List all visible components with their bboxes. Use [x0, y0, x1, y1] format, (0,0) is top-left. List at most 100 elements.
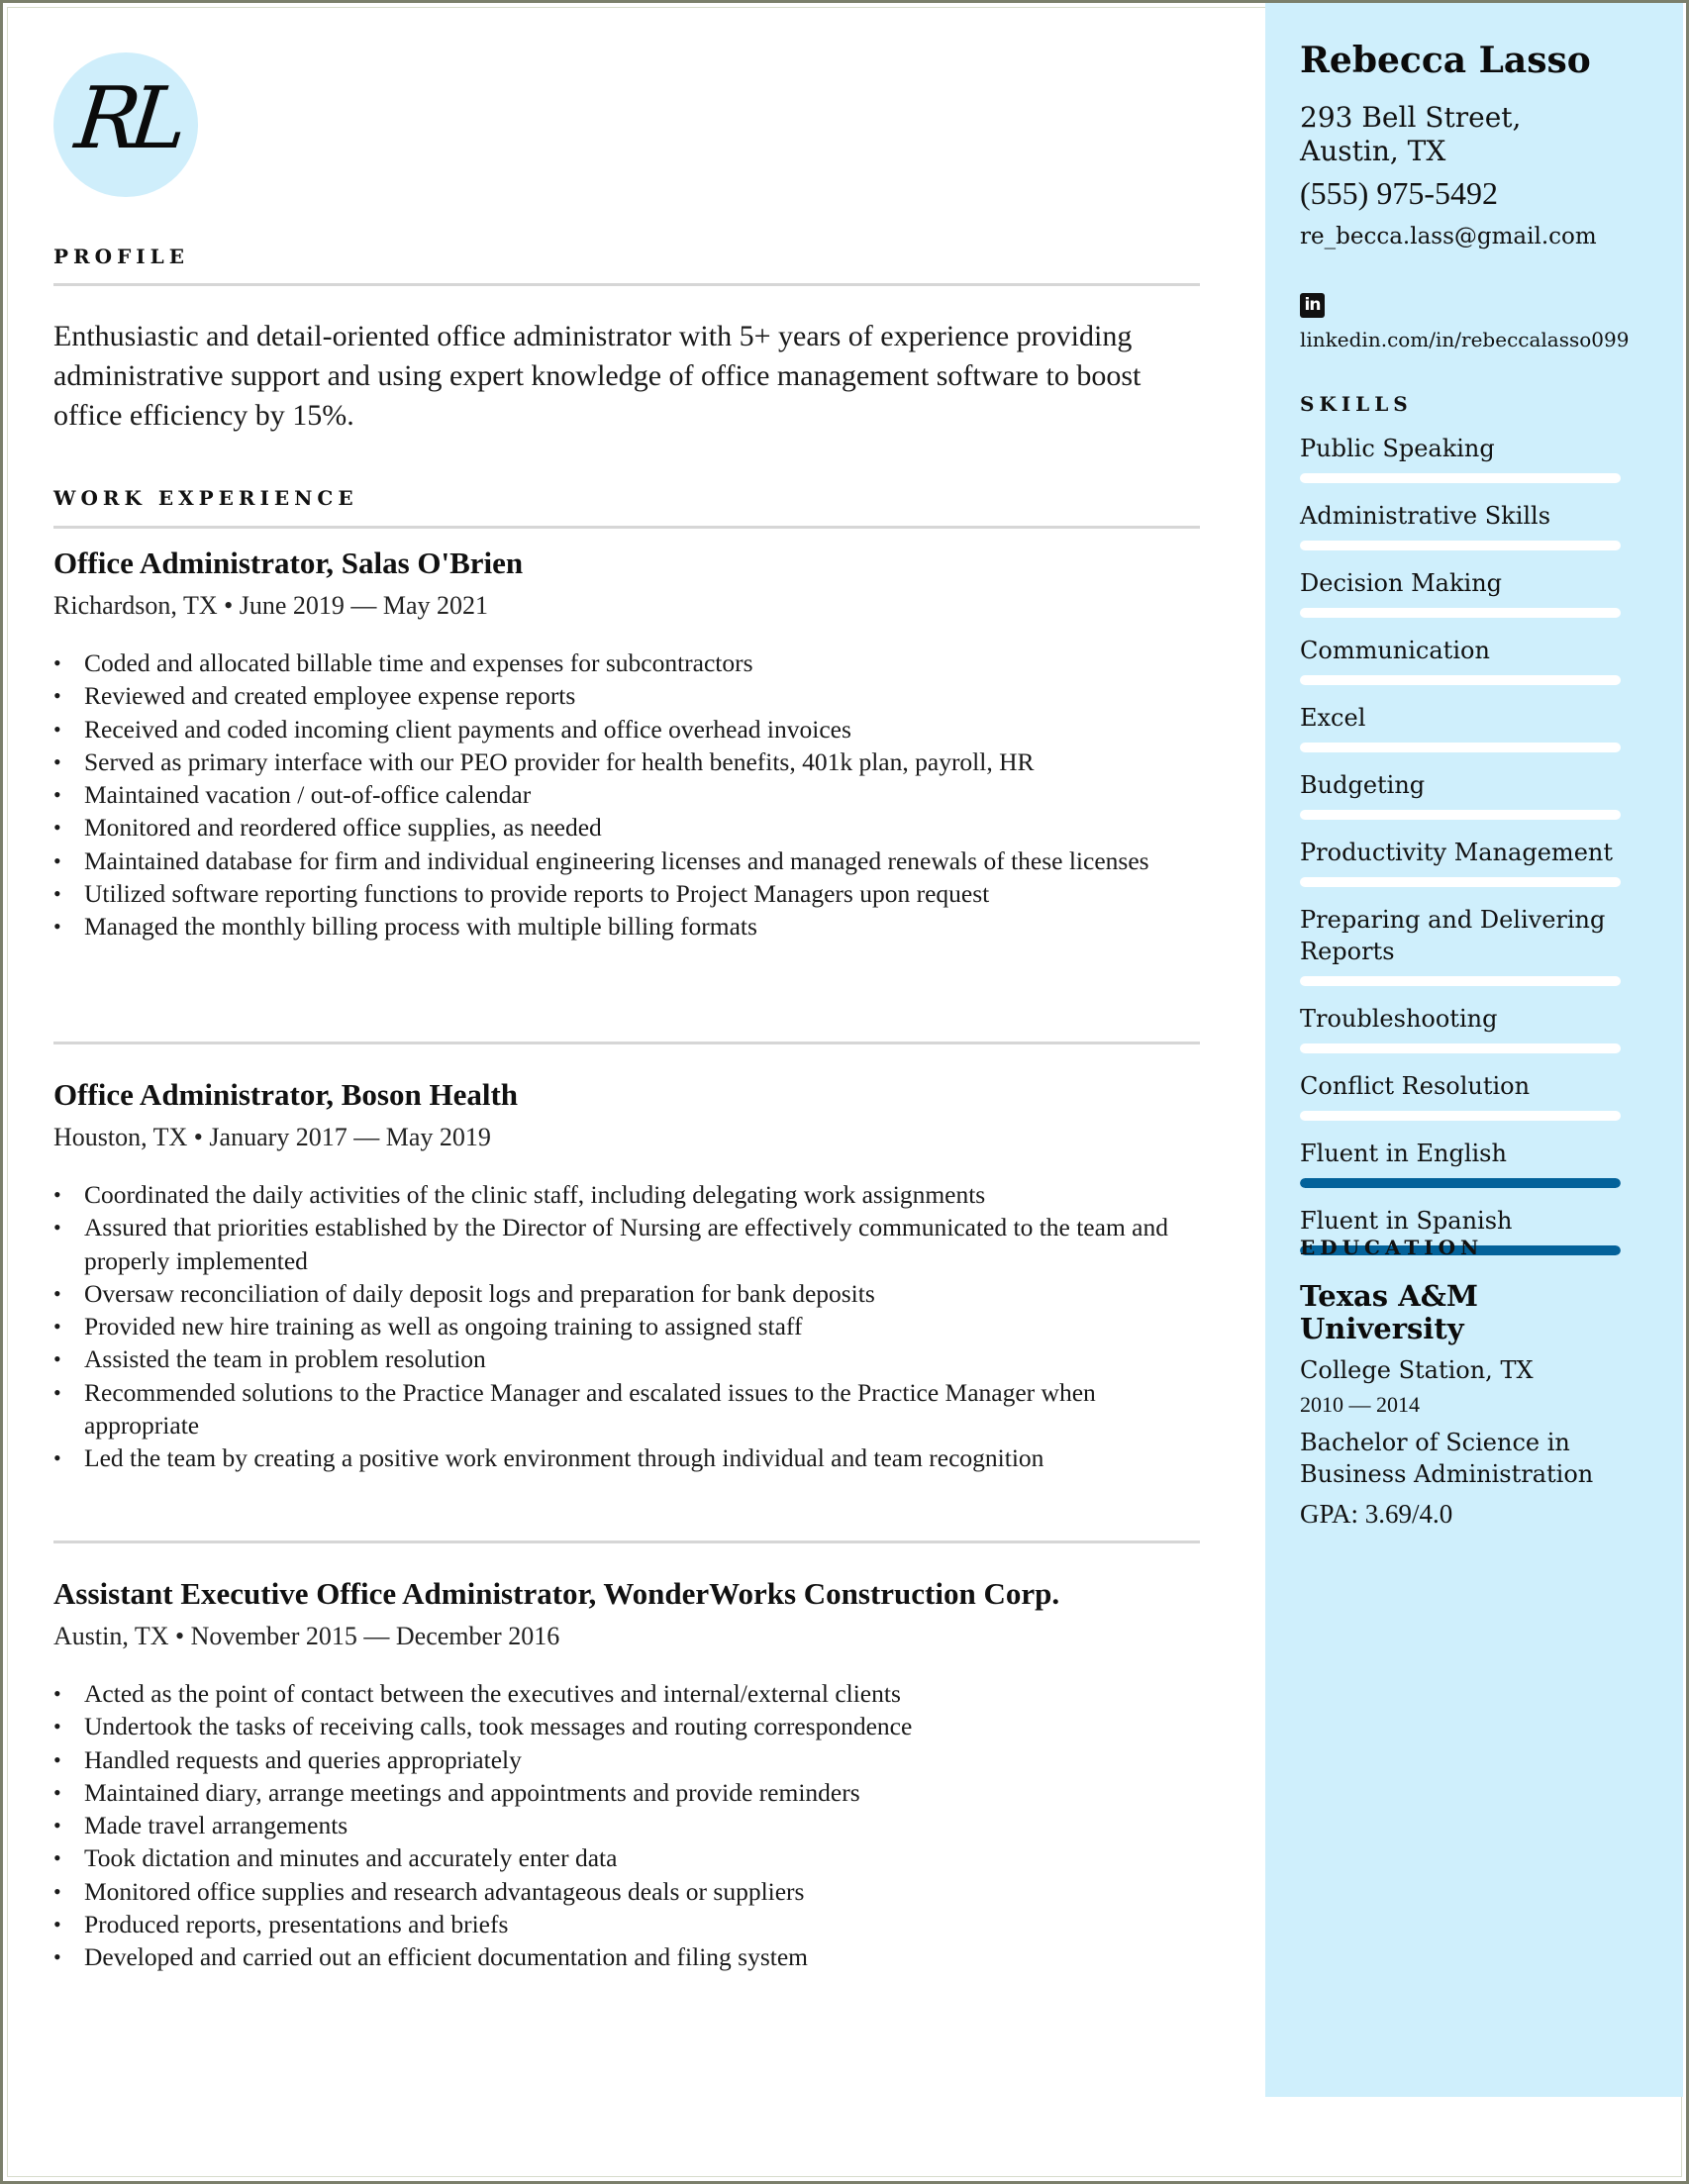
job-divider: [53, 1042, 1200, 1044]
bullet-text: Oversaw reconciliation of daily deposit …: [84, 1278, 875, 1308]
skill-item: Productivity Management: [1300, 837, 1627, 887]
job-divider: [53, 1540, 1200, 1543]
bullet-text: Maintained diary, arrange meetings and a…: [84, 1777, 860, 1807]
address-line-1: 293 Bell Street,: [1300, 101, 1522, 134]
bullet-icon: •: [53, 748, 61, 774]
skill-name: Conflict Resolution: [1300, 1072, 1531, 1100]
monogram-initials: RL: [70, 69, 183, 168]
job-meta: Houston, TX • January 2017 — May 2019: [53, 1123, 491, 1151]
bullet-icon: •: [53, 815, 61, 841]
job-entry: Assistant Executive Office Administrator…: [53, 1574, 1200, 1974]
skill-item: Troubleshooting: [1300, 1003, 1627, 1053]
education-heading: EDUCATION: [1300, 1236, 1484, 1259]
skill-item: Conflict Resolution: [1300, 1070, 1627, 1121]
bullet-text: Served as primary interface with our PEO…: [84, 746, 1035, 776]
job-meta: Richardson, TX • June 2019 — May 2021: [53, 591, 489, 620]
bullet-text: Handled requests and queries appropriate…: [84, 1744, 522, 1774]
bullet-text: Reviewed and created employee expense re…: [84, 681, 576, 711]
bullet-icon: •: [53, 1346, 61, 1372]
linkedin-icon[interactable]: in: [1300, 293, 1325, 318]
skill-level-bar: [1300, 1111, 1621, 1121]
bullet-item: • Provided new hire training as well as o…: [53, 1310, 1200, 1342]
bullet-item: • Assisted the team in problem resolution: [53, 1342, 1200, 1375]
bullet-item: • Oversaw reconciliation of daily deposit…: [53, 1277, 1200, 1310]
address-line-2: Austin, TX: [1300, 135, 1446, 167]
skill-level-bar: [1300, 976, 1621, 986]
bullet-icon: •: [53, 1813, 61, 1838]
linkedin-link[interactable]: linkedin.com/in/rebeccalasso099: [1300, 326, 1676, 353]
bullet-icon: •: [53, 683, 61, 709]
bullet-text: Recommended solutions to the Practice Ma…: [84, 1377, 1096, 1440]
skill-item: Budgeting: [1300, 769, 1627, 820]
bullet-icon: •: [53, 1681, 61, 1706]
skill-level-bar: [1300, 608, 1621, 618]
phone-number: (555) 975-5492: [1300, 175, 1498, 211]
bullet-icon: •: [53, 914, 61, 940]
skill-level-bar: [1300, 541, 1621, 550]
email-link[interactable]: re_becca.lass@gmail.com: [1300, 222, 1676, 251]
sidebar: Rebecca Lasso 293 Bell Street, Austin, T…: [1265, 3, 1683, 2097]
bullet-item: • Monitored office supplies and research …: [53, 1875, 1200, 1908]
bullet-icon: •: [53, 650, 61, 675]
bullet-item: • Utilized software reporting functions t…: [53, 877, 1200, 910]
skills-list: Public Speaking Administrative Skills Deci…: [1300, 433, 1676, 1272]
job-title: Office Administrator, Boson Health: [53, 1077, 519, 1112]
skill-level-fill: [1300, 1178, 1621, 1188]
profile-divider: [53, 283, 1200, 286]
job-title: Assistant Executive Office Administrator…: [53, 1576, 1060, 1611]
monogram-logo: RL: [53, 52, 198, 197]
skill-item: Administrative Skills: [1300, 500, 1627, 550]
bullet-icon: •: [53, 1912, 61, 1937]
bullet-item: • Assured that priorities established by …: [53, 1211, 1200, 1277]
bullet-text: Took dictation and minutes and accuratel…: [84, 1843, 618, 1873]
bullet-item: • Produced reports, presentations and bri…: [53, 1908, 1200, 1940]
education-school: Texas A&M University: [1300, 1279, 1478, 1345]
bullet-icon: •: [53, 1280, 61, 1306]
skill-item: Fluent in English: [1300, 1138, 1627, 1188]
bullet-text: Received and coded incoming client payme…: [84, 714, 851, 744]
skill-item: Public Speaking: [1300, 433, 1627, 483]
bullet-text: Monitored office supplies and research a…: [84, 1876, 805, 1906]
bullet-item: • Made travel arrangements: [53, 1809, 1200, 1841]
bullet-icon: •: [53, 881, 61, 907]
skill-name: Decision Making: [1300, 569, 1503, 597]
candidate-name: Rebecca Lasso: [1300, 40, 1591, 81]
bullet-item: • Handled requests and queries appropriat…: [53, 1743, 1200, 1776]
bullet-text: Provided new hire training as well as on…: [84, 1312, 803, 1341]
bullet-item: • Coded and allocated billable time and e…: [53, 646, 1200, 679]
bullet-icon: •: [53, 1779, 61, 1805]
bullet-text: Produced reports, presentations and brie…: [84, 1910, 509, 1939]
bullet-icon: •: [53, 1182, 61, 1207]
skill-level-bar: [1300, 1178, 1621, 1188]
bullet-text: Led the team by creating a positive work…: [84, 1443, 1044, 1473]
bullet-text: Made travel arrangements: [84, 1811, 348, 1840]
skill-level-bar: [1300, 743, 1621, 752]
education-degree: Bachelor of Science in Business Administ…: [1300, 1429, 1594, 1488]
bullet-item: • Served as primary interface with our PE…: [53, 745, 1200, 778]
bullet-icon: •: [53, 1445, 61, 1471]
education-location: College Station, TX: [1300, 1356, 1534, 1384]
bullet-item: • Undertook the tasks of receiving calls,…: [53, 1710, 1200, 1742]
skill-level-bar: [1300, 877, 1621, 887]
bullet-icon: •: [53, 782, 61, 808]
bullet-text: Acted as the point of contact between th…: [84, 1679, 901, 1708]
bullet-text: Managed the monthly billing process with…: [84, 912, 757, 942]
job-meta: Austin, TX • November 2015 — December 20…: [53, 1622, 560, 1650]
skill-name: Communication: [1300, 637, 1490, 664]
bullet-icon: •: [53, 1714, 61, 1739]
skill-name: Troubleshooting: [1300, 1005, 1498, 1033]
skill-name: Budgeting: [1300, 771, 1426, 799]
skill-name: Preparing and Delivering Reports: [1300, 906, 1606, 965]
bullet-text: Coded and allocated billable time and ex…: [84, 648, 753, 677]
bullet-text: Monitored and reordered office supplies,…: [84, 813, 602, 843]
skill-level-bar: [1300, 810, 1621, 820]
skill-name: Public Speaking: [1300, 435, 1495, 462]
bullet-item: • Recommended solutions to the Practice M…: [53, 1376, 1200, 1442]
bullet-text: Undertook the tasks of receiving calls, …: [84, 1712, 913, 1741]
job-bullets: • Acted as the point of contact between t…: [53, 1677, 1200, 1974]
bullet-item: • Monitored and reordered office supplies…: [53, 811, 1200, 844]
bullet-item: • Maintained diary, arrange meetings and …: [53, 1776, 1200, 1809]
bullet-text: Utilized software reporting functions to…: [84, 879, 990, 909]
address: 293 Bell Street, Austin, TX: [1300, 101, 1676, 168]
work-experience-divider: [53, 526, 1200, 529]
